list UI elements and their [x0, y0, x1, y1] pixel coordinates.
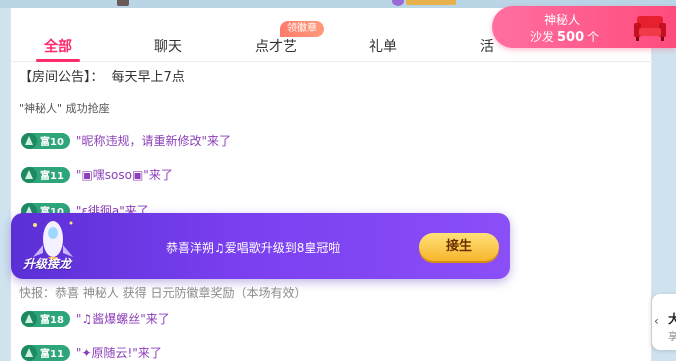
promo-title: 大	[668, 312, 676, 326]
host-avatar[interactable]	[117, 0, 129, 6]
wealth-level-badge: 富11	[21, 344, 70, 361]
side-promo-card[interactable]: ‹ 大 享	[652, 294, 676, 350]
announcement-text: 每天早上7点	[111, 70, 185, 85]
sofa-icon	[634, 16, 666, 41]
wealth-level-badge: 富18	[21, 310, 70, 327]
coin-icon	[392, 0, 404, 6]
promo-subtitle: 享	[668, 332, 676, 343]
announcement-prefix: 【房间公告】：	[19, 70, 104, 85]
gold-bar	[406, 0, 456, 5]
wealth-level-badge: 富10	[21, 132, 70, 149]
banner-tag: 升级接龙	[23, 257, 72, 271]
wealth-level-badge: 富11	[21, 166, 70, 183]
news-flash: 快报：恭喜 神秘人 获得 日元防徽章奖励（本场有效）	[19, 286, 307, 300]
list-item: 富18 "♫酱爆螺丝"来了	[21, 310, 170, 327]
list-item: 富11 "▣嘿soso▣"来了	[21, 166, 173, 183]
collect-badge-tag[interactable]: 领徽章	[280, 21, 324, 37]
list-item: 富11 "✦原随云!"来了	[21, 344, 162, 361]
entry-text[interactable]: "♫酱爆螺丝"来了	[76, 310, 170, 327]
message-feed: 【房间公告】： 每天早上7点 "神秘人" 成功抢座 富10 "昵称违规，请重新修改…	[11, 62, 653, 361]
tab-chat[interactable]: 聊天	[154, 36, 182, 56]
entry-text[interactable]: "✦原随云!"来了	[76, 344, 162, 361]
tab-all[interactable]: 全部	[44, 36, 72, 56]
banner-message: 恭喜洋朔♫爱唱歌升级到8皇冠啦	[166, 241, 341, 255]
gem-icon	[21, 166, 37, 183]
sofa-card[interactable]: 神秘人 沙发 500 个	[492, 6, 676, 48]
gem-icon	[21, 132, 37, 149]
seat-grab-message: "神秘人" 成功抢座	[19, 102, 110, 115]
tab-talent[interactable]: 点才艺	[255, 36, 297, 56]
chat-panel: 全部 聊天 点才艺 礼单 活 领徽章 【房间公告】： 每天早上7点 "神秘人" 成…	[10, 8, 653, 361]
entry-text[interactable]: "昵称违规，请重新修改"来了	[76, 132, 231, 149]
upgrade-banner: 升级接龙 恭喜洋朔♫爱唱歌升级到8皇冠啦 接生	[11, 213, 510, 279]
tab-activity[interactable]: 活	[480, 36, 494, 56]
gem-icon	[21, 344, 37, 361]
sofa-holder-name: 神秘人	[544, 13, 581, 27]
chevron-left-icon[interactable]: ‹	[654, 314, 659, 328]
sofa-count: 沙发 500 个	[530, 30, 600, 45]
tab-gift-list[interactable]: 礼单	[369, 36, 397, 56]
room-announcement: 【房间公告】： 每天早上7点	[19, 66, 185, 85]
relay-button[interactable]: 接生	[419, 233, 499, 261]
list-item: 富10 "昵称违规，请重新修改"来了	[21, 132, 231, 149]
gem-icon	[21, 310, 37, 327]
entry-text[interactable]: "▣嘿soso▣"来了	[76, 166, 173, 183]
